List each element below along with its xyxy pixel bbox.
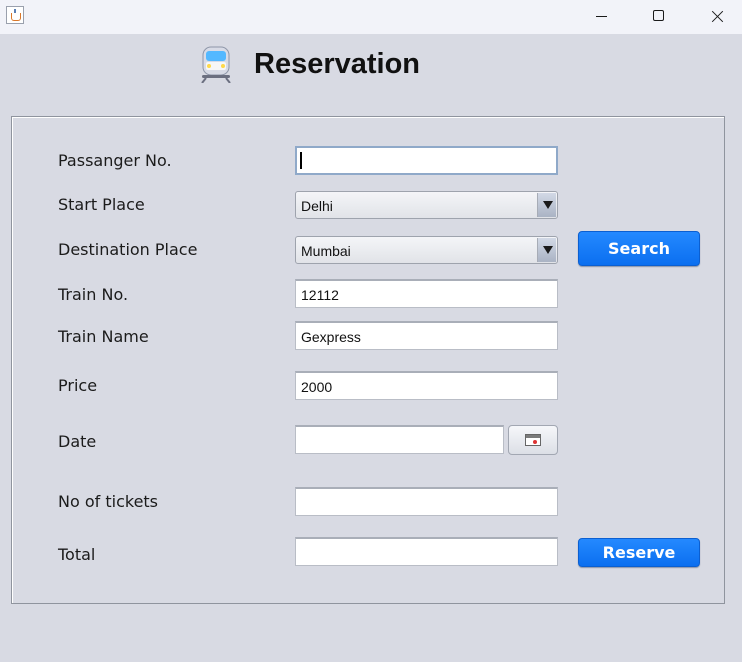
destination-place-select[interactable]: Mumbai [295,236,558,264]
passenger-no-input[interactable] [295,146,558,175]
no-of-tickets-label: No of tickets [58,492,159,511]
train-no-field[interactable]: 12112 [295,279,558,308]
minimize-icon[interactable] [578,0,624,34]
close-icon[interactable] [695,0,741,34]
train-no-label: Train No. [58,285,129,304]
maximize-icon[interactable] [636,0,682,34]
calendar-icon [525,434,541,446]
start-place-select[interactable]: Delhi [295,191,558,219]
train-name-field[interactable]: Gexpress [295,321,558,350]
calendar-button[interactable] [508,425,558,455]
total-field[interactable] [295,537,558,566]
page-title: Reservation [254,48,421,80]
date-field[interactable] [295,425,504,454]
total-label: Total [58,545,96,564]
java-cup-icon [6,6,24,24]
start-place-value: Delhi [301,198,333,214]
reservation-form-panel [11,116,725,604]
search-button[interactable]: Search [578,231,700,266]
reserve-button[interactable]: Reserve [578,538,700,567]
date-label: Date [58,432,97,451]
train-icon [198,45,234,84]
destination-place-value: Mumbai [301,243,351,259]
passenger-no-label: Passanger No. [58,151,172,170]
text-caret [300,152,302,169]
dropdown-arrow-icon[interactable] [537,193,556,217]
no-of-tickets-input[interactable] [295,487,558,516]
price-field[interactable]: 2000 [295,371,558,400]
train-name-label: Train Name [58,327,149,346]
start-place-label: Start Place [58,195,145,214]
price-label: Price [58,376,98,395]
destination-place-label: Destination Place [58,240,198,259]
dropdown-arrow-icon[interactable] [537,238,556,262]
window-titlebar [0,0,742,34]
